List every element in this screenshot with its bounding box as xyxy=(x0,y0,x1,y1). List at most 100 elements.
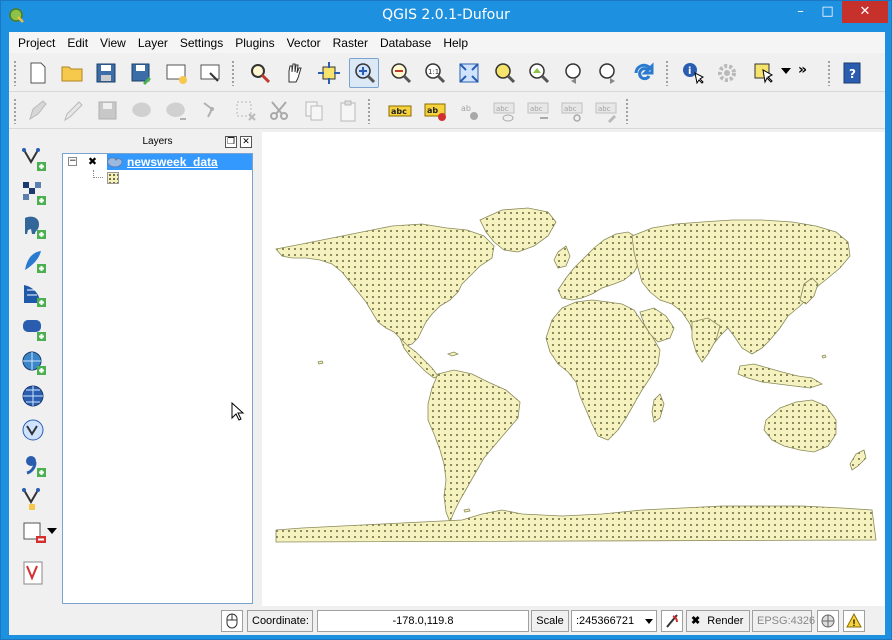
zoom-last-button[interactable] xyxy=(559,58,589,88)
australia-shape[interactable] xyxy=(763,399,837,453)
zoom-in-button[interactable] xyxy=(349,58,379,88)
maximize-button[interactable]: □ xyxy=(814,1,841,23)
toggle-editing-button[interactable] xyxy=(57,96,87,126)
toolbar-handle[interactable] xyxy=(665,60,669,86)
current-edits-button[interactable] xyxy=(23,96,53,126)
scale-dropdown-arrow-icon[interactable] xyxy=(645,619,653,624)
toolbar-handle[interactable] xyxy=(13,98,17,124)
zoom-to-layer-button[interactable] xyxy=(523,58,553,88)
add-spatialite-layer-button[interactable] xyxy=(19,246,49,276)
new-zealand-shape[interactable] xyxy=(849,449,867,471)
layer-visibility-checkbox[interactable]: ✖ xyxy=(87,156,98,167)
toolbar-overflow-button[interactable]: » xyxy=(798,62,807,78)
select-dropdown-arrow-icon[interactable] xyxy=(781,68,791,74)
menu-plugins[interactable]: Plugins xyxy=(230,36,279,50)
move-feature-button[interactable] xyxy=(161,96,191,126)
menu-layer[interactable]: Layer xyxy=(133,36,173,50)
layer-item[interactable]: − ✖ newsweek_data xyxy=(63,154,252,170)
refresh-button[interactable] xyxy=(629,58,659,88)
layer-labeling-button[interactable]: abc xyxy=(385,96,415,126)
add-oracle-layer-button[interactable] xyxy=(19,314,49,344)
zoom-next-button[interactable] xyxy=(593,58,623,88)
crs-status-button[interactable]: EPSG:4326 xyxy=(752,610,815,632)
india-shape[interactable] xyxy=(691,317,721,363)
layer-name[interactable]: newsweek_data xyxy=(127,155,218,169)
north-america-shape[interactable] xyxy=(275,223,495,347)
zoom-actual-size-button[interactable]: 1:1 xyxy=(419,58,449,88)
menu-help[interactable]: Help xyxy=(438,36,473,50)
save-project-button[interactable] xyxy=(91,58,121,88)
toggle-extents-button[interactable] xyxy=(221,610,243,632)
toolbar-handle[interactable] xyxy=(625,98,629,124)
select-features-button[interactable] xyxy=(749,58,779,88)
stop-render-button[interactable] xyxy=(661,610,683,632)
europe-shape[interactable] xyxy=(557,231,643,301)
indonesia-shape[interactable] xyxy=(737,363,823,389)
remove-layer-button[interactable] xyxy=(19,518,49,548)
toolbar-handle[interactable] xyxy=(231,60,235,86)
menu-raster[interactable]: Raster xyxy=(328,36,373,50)
paste-features-button[interactable] xyxy=(333,96,363,126)
show-hide-labels-button[interactable]: abc xyxy=(489,96,519,126)
add-wms-layer-button[interactable] xyxy=(19,348,49,378)
toolbar-handle[interactable] xyxy=(827,60,831,86)
identify-features-button[interactable]: i xyxy=(678,58,708,88)
add-delimited-text-layer-button[interactable] xyxy=(19,450,49,480)
menu-project[interactable]: Project xyxy=(13,36,60,50)
zoom-to-selection-button[interactable] xyxy=(489,58,519,88)
render-checkbox[interactable]: ✖ Render xyxy=(686,610,750,632)
new-project-button[interactable] xyxy=(23,58,53,88)
menu-vector[interactable]: Vector xyxy=(282,36,326,50)
rotate-label-button[interactable]: abc xyxy=(557,96,587,126)
save-as-button[interactable] xyxy=(126,58,156,88)
add-vector-layer-button[interactable] xyxy=(19,144,49,174)
menu-view[interactable]: View xyxy=(95,36,131,50)
node-tool-button[interactable] xyxy=(197,96,227,126)
move-label-button[interactable]: abc xyxy=(523,96,553,126)
pan-to-selection-button[interactable] xyxy=(314,58,344,88)
new-shapefile-layer-button[interactable] xyxy=(19,484,49,514)
composer-manager-button[interactable] xyxy=(195,58,225,88)
change-label-button[interactable]: abc xyxy=(591,96,621,126)
add-wfs-layer-button[interactable] xyxy=(19,416,49,446)
touch-zoom-button[interactable] xyxy=(245,58,275,88)
add-mssql-layer-button[interactable] xyxy=(19,280,49,310)
antarctica-shape[interactable] xyxy=(275,505,877,543)
cut-features-button[interactable] xyxy=(265,96,295,126)
toolbar-handle[interactable] xyxy=(367,98,371,124)
toolbar-handle[interactable] xyxy=(13,60,17,86)
add-postgis-layer-button[interactable] xyxy=(19,212,49,242)
delete-selected-button[interactable] xyxy=(231,96,261,126)
pin-labels-button[interactable]: ab xyxy=(455,96,485,126)
help-contents-button[interactable]: ? xyxy=(837,58,867,88)
add-raster-layer-button[interactable] xyxy=(19,178,49,208)
pan-map-button[interactable] xyxy=(279,58,309,88)
map-canvas[interactable] xyxy=(262,132,885,606)
coordinate-field[interactable]: -178.0,119.8 xyxy=(317,610,529,632)
title-bar[interactable]: QGIS 2.0.1-Dufour – □ ✕ xyxy=(1,1,891,31)
open-project-button[interactable] xyxy=(57,58,87,88)
close-panel-button[interactable]: ✕ xyxy=(240,136,252,148)
messages-button[interactable]: ! xyxy=(843,610,865,632)
save-edits-button[interactable] xyxy=(93,96,123,126)
crs-projection-button[interactable] xyxy=(817,610,839,632)
add-wcs-layer-button[interactable] xyxy=(19,382,49,412)
uk-shape[interactable] xyxy=(553,245,571,269)
close-button[interactable]: ✕ xyxy=(842,1,888,23)
float-panel-button[interactable]: ❐ xyxy=(225,136,237,148)
highlight-pinned-labels-button[interactable]: ab xyxy=(421,96,451,126)
zoom-out-button[interactable] xyxy=(385,58,415,88)
madagascar-shape[interactable] xyxy=(651,393,665,423)
layers-tree[interactable]: − ✖ newsweek_data xyxy=(62,153,253,604)
central-america-shape[interactable] xyxy=(399,337,439,379)
collapse-expander[interactable]: − xyxy=(68,157,77,166)
menu-edit[interactable]: Edit xyxy=(62,36,93,50)
new-print-composer-button[interactable] xyxy=(161,58,191,88)
add-virtual-layer-button[interactable] xyxy=(19,558,49,588)
menu-database[interactable]: Database xyxy=(375,36,436,50)
south-america-shape[interactable] xyxy=(427,369,521,524)
run-action-button[interactable] xyxy=(713,58,743,88)
minimize-button[interactable]: – xyxy=(787,1,814,23)
copy-features-button[interactable] xyxy=(299,96,329,126)
zoom-full-button[interactable] xyxy=(454,58,484,88)
